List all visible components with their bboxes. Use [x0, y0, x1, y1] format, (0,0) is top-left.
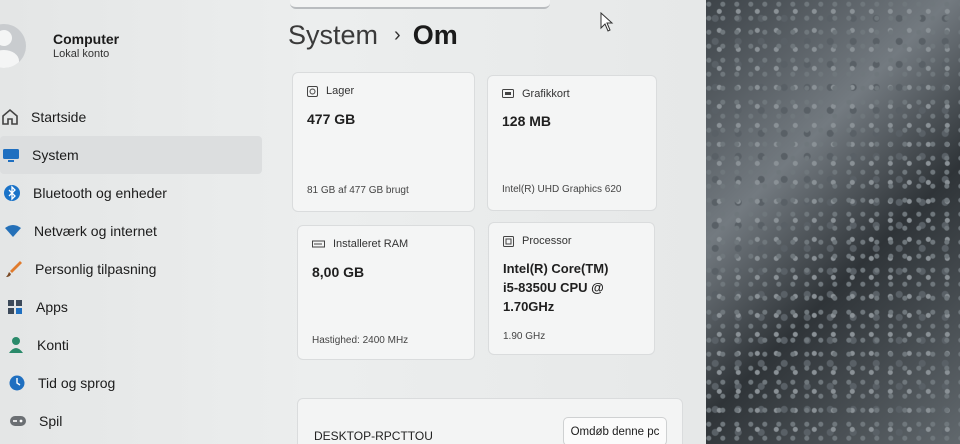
system-icon	[0, 146, 22, 164]
sidebar-item-label: Personlig tilpasning	[35, 261, 157, 277]
sidebar-item-label: Apps	[36, 299, 68, 315]
processor-value-line: Intel(R) Core(TM)	[503, 261, 609, 276]
breadcrumb-parent[interactable]: System	[288, 20, 378, 51]
storage-card[interactable]: Lager 477 GB 81 GB af 477 GB brugt	[292, 72, 475, 212]
processor-icon	[503, 235, 514, 247]
sidebar-item-home[interactable]: Startside	[0, 98, 262, 136]
processor-value-line: 1.70GHz	[503, 299, 555, 314]
breadcrumb-separator: ›	[394, 24, 401, 46]
processor-detail: 1.90 GHz	[503, 331, 546, 342]
brush-icon	[3, 260, 25, 278]
home-icon	[0, 108, 21, 126]
sidebar-item-gaming[interactable]: Spil	[0, 402, 262, 440]
graphics-card-header: Grafikkort	[502, 88, 570, 100]
sidebar-item-system[interactable]: System	[0, 136, 262, 174]
processor-label: Processor	[522, 235, 572, 247]
breadcrumb: System › Om	[288, 20, 458, 51]
settings-window: Computer Lokal konto Startside System Bl…	[0, 0, 712, 444]
device-name-card: DESKTOP-RPCTTOU Omdøb denne pc	[297, 398, 683, 444]
sidebar-item-time-language[interactable]: Tid og sprog	[0, 364, 262, 402]
graphics-detail: Intel(R) UHD Graphics 620	[502, 184, 622, 195]
accounts-icon	[5, 336, 27, 354]
ram-value: 8,00 GB	[312, 264, 365, 280]
profile-account-type: Lokal konto	[53, 48, 110, 60]
sidebar-nav: Startside System Bluetooth og enheder Ne…	[0, 98, 262, 440]
device-name: DESKTOP-RPCTTOU	[314, 429, 433, 443]
sidebar-item-accounts[interactable]: Konti	[0, 326, 262, 364]
storage-icon	[307, 85, 318, 97]
bluetooth-icon	[1, 184, 23, 202]
sidebar-item-label: Netværk og internet	[34, 223, 157, 239]
processor-card[interactable]: Processor Intel(R) Core(TM) i5-8350U CPU…	[488, 222, 655, 355]
graphics-card-icon	[502, 89, 514, 98]
sidebar-item-label: Bluetooth og enheder	[33, 185, 167, 201]
avatar	[0, 24, 26, 68]
processor-card-header: Processor	[503, 235, 572, 247]
sidebar-item-label: Startside	[31, 109, 87, 125]
storage-label: Lager	[326, 85, 355, 97]
game-icon	[7, 412, 29, 430]
sidebar-item-bluetooth[interactable]: Bluetooth og enheder	[0, 174, 262, 212]
sidebar-item-label: System	[32, 147, 79, 163]
sidebar-item-label: Spil	[39, 413, 63, 429]
processor-value-line: i5-8350U CPU @	[503, 280, 604, 295]
clock-icon	[6, 374, 28, 392]
sidebar-item-label: Tid og sprog	[38, 375, 116, 391]
ram-detail: Hastighed: 2400 MHz	[312, 335, 409, 346]
memory-icon	[312, 240, 325, 247]
desk-surface-background	[706, 0, 960, 444]
network-icon	[2, 222, 24, 240]
ram-card-header: Installeret RAM	[312, 238, 408, 250]
graphics-card[interactable]: Grafikkort 128 MB Intel(R) UHD Graphics …	[487, 75, 657, 211]
rename-pc-button[interactable]: Omdøb denne pc	[563, 417, 667, 444]
sidebar-item-apps[interactable]: Apps	[0, 288, 262, 326]
processor-value: Intel(R) Core(TM) i5-8350U CPU @ 1.70GHz	[503, 259, 608, 316]
ram-card[interactable]: Installeret RAM 8,00 GB Hastighed: 2400 …	[297, 225, 475, 360]
sidebar-item-label: Konti	[37, 337, 69, 353]
storage-detail: 81 GB af 477 GB brugt	[307, 185, 409, 196]
page-title: Om	[412, 20, 458, 50]
sidebar-item-network[interactable]: Netværk og internet	[0, 212, 262, 250]
mouse-cursor-icon	[600, 12, 614, 32]
storage-value: 477 GB	[307, 111, 356, 127]
graphics-label: Grafikkort	[522, 88, 570, 100]
profile-name: Computer	[53, 31, 120, 47]
search-box-edge[interactable]	[290, 0, 550, 9]
sidebar-item-personalization[interactable]: Personlig tilpasning	[0, 250, 262, 288]
storage-card-header: Lager	[307, 85, 354, 97]
ram-label: Installeret RAM	[333, 238, 409, 250]
apps-icon	[4, 298, 26, 316]
graphics-value: 128 MB	[502, 113, 552, 129]
